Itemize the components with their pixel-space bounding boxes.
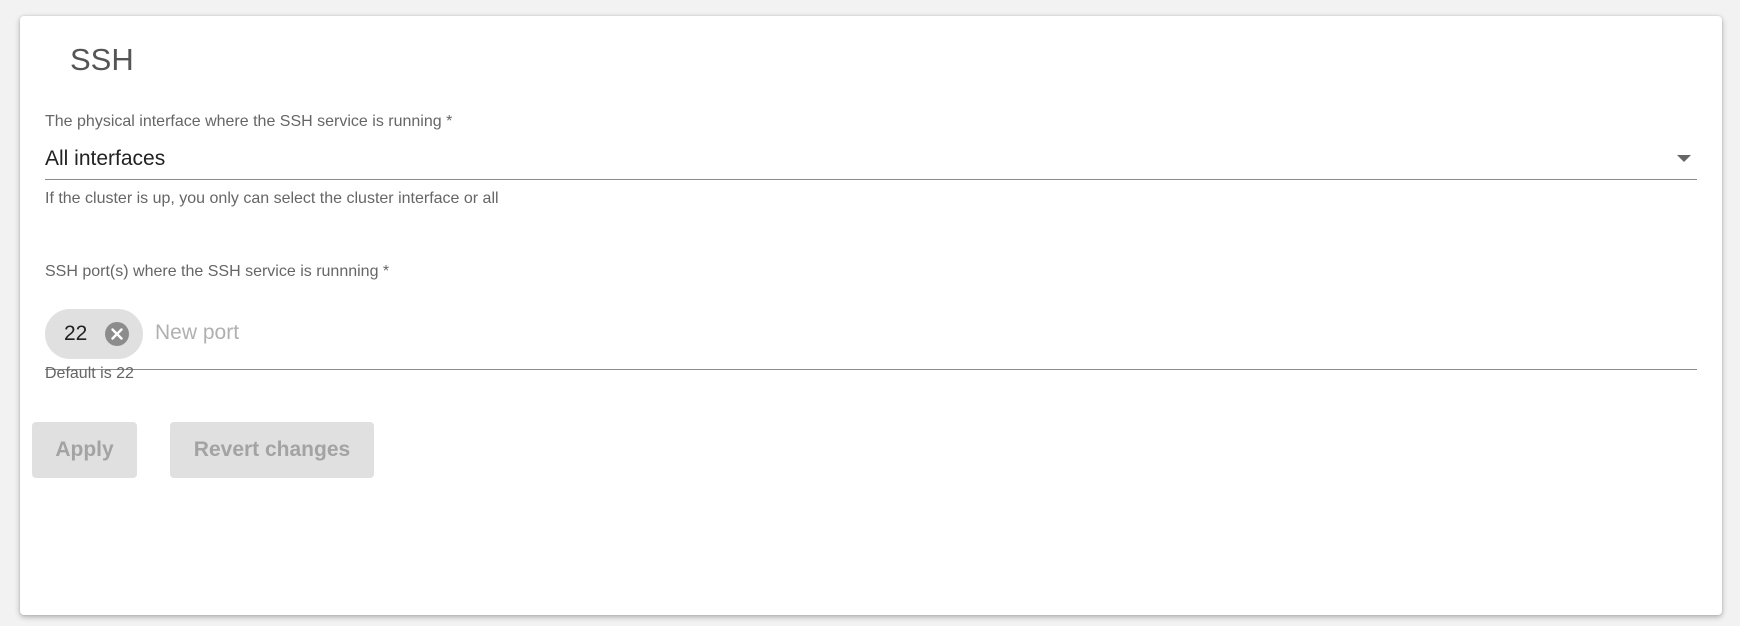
interface-label: The physical interface where the SSH ser… [45, 113, 453, 130]
port-chip: 22 [45, 309, 143, 359]
interface-select-value: All interfaces [45, 147, 166, 170]
interface-hint: If the cluster is up, you only can selec… [45, 190, 499, 207]
interface-select[interactable]: All interfaces [45, 141, 1697, 180]
apply-button[interactable]: Apply [32, 422, 137, 478]
close-circle-icon[interactable] [105, 322, 129, 346]
ports-chips-field[interactable]: 22 [45, 306, 1697, 370]
new-port-input[interactable] [155, 318, 755, 348]
section-title: SSH [70, 42, 134, 77]
ssh-settings-card: SSH The physical interface where the SSH… [20, 16, 1722, 615]
ports-label: SSH port(s) where the SSH service is run… [45, 263, 390, 280]
chevron-down-icon[interactable] [1677, 155, 1691, 162]
ports-hint: Default is 22 [45, 365, 134, 382]
port-chip-label: 22 [64, 322, 88, 345]
revert-changes-button[interactable]: Revert changes [170, 422, 374, 478]
